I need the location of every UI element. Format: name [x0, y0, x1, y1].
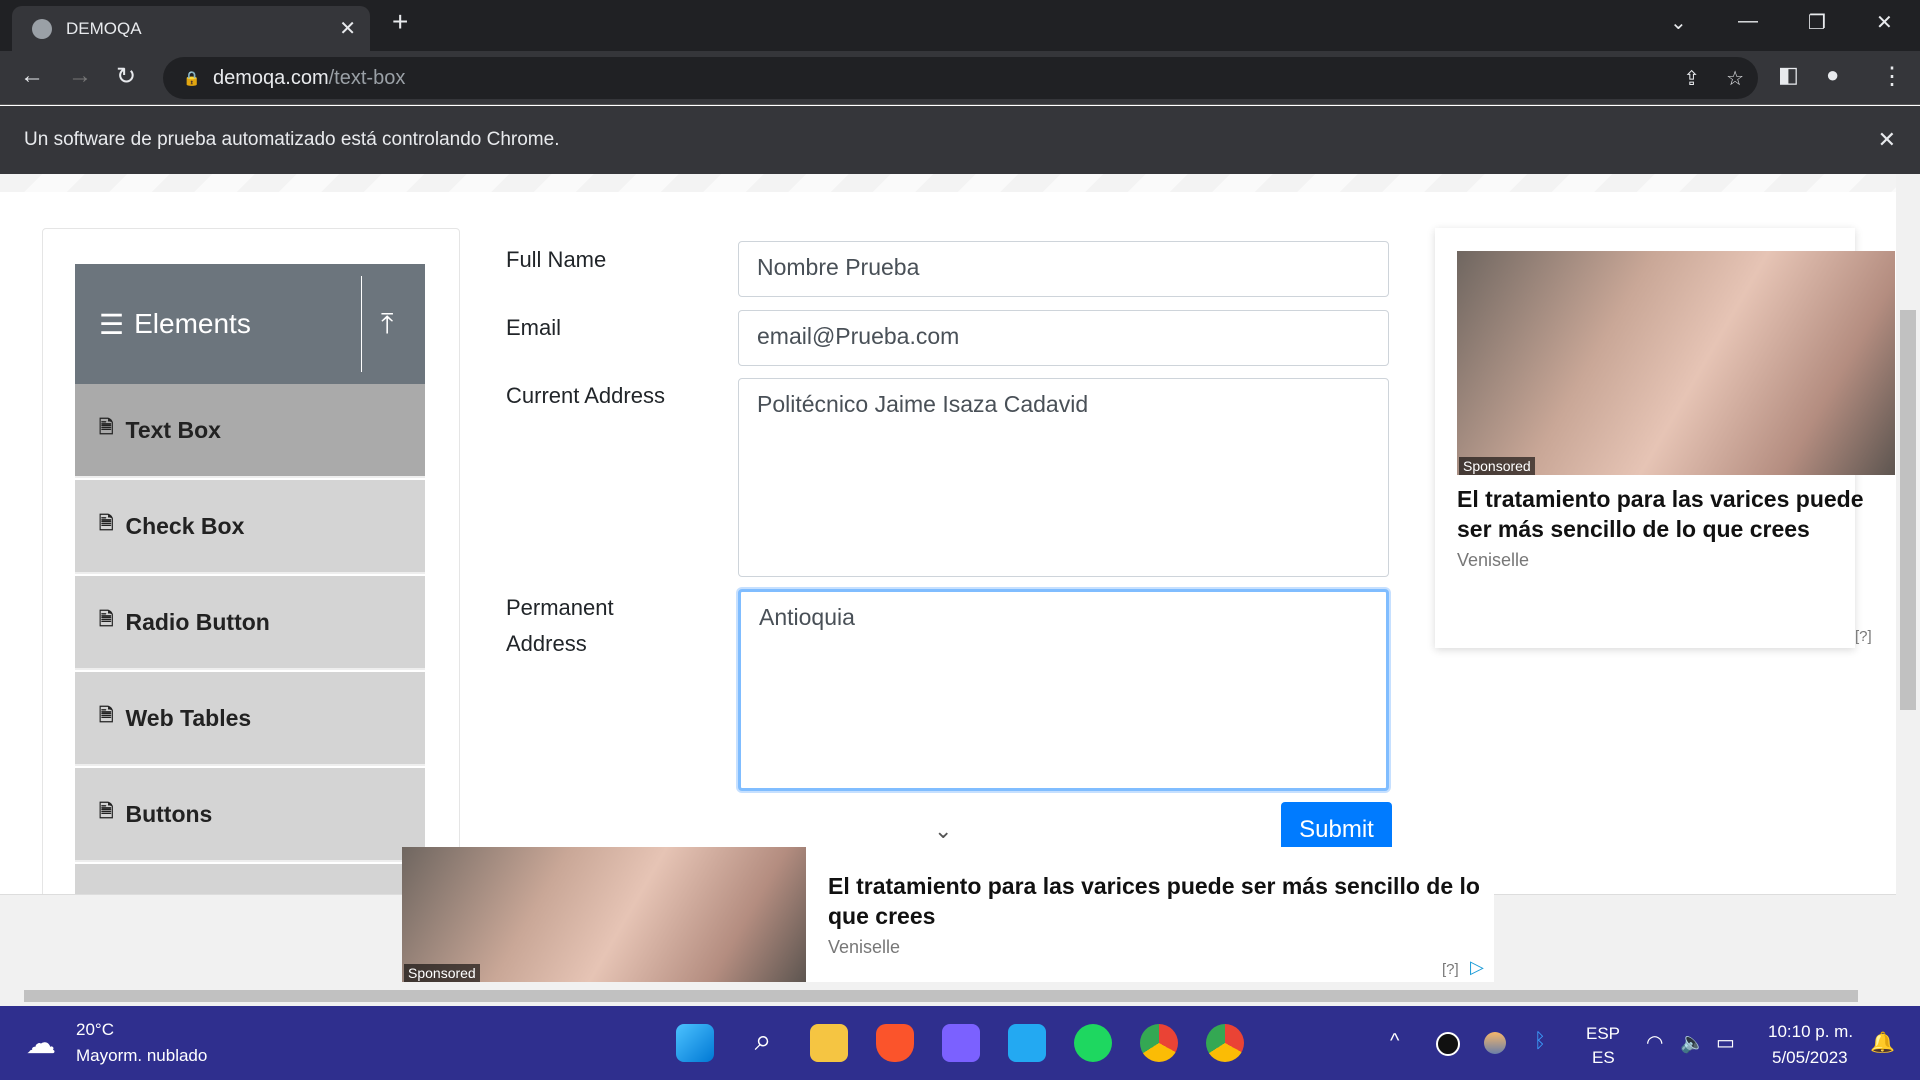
sponsored-badge: Sponsored	[1459, 457, 1535, 475]
horizontal-scrollbar[interactable]	[0, 986, 1920, 1006]
header-banner	[0, 174, 1896, 192]
current-address-label: Current Address	[506, 383, 665, 408]
group-title: Elements	[134, 308, 251, 339]
url-domain: demoqa.com	[213, 66, 329, 89]
weather-text[interactable]: Mayorm. nublado	[76, 1046, 207, 1066]
profile-icon[interactable]: ●	[1826, 62, 1839, 88]
chevron-down-icon[interactable]: ⌄	[934, 818, 952, 844]
permanent-address-label: Permanent Address	[506, 595, 614, 656]
close-infobar-icon[interactable]: ✕	[1878, 127, 1896, 153]
infobar-text: Un software de prueba automatizado está …	[24, 129, 560, 150]
elements-group-header[interactable]: ☰ Elements ⤒	[75, 264, 425, 384]
spotify-icon[interactable]	[1074, 1024, 1112, 1062]
sidebar-item-radio-button[interactable]: 🗎 Radio Button	[75, 576, 425, 670]
page-content: ☰ Elements ⤒ 🗎 Text Box 🗎 Check Box 🗎 Radio…	[0, 174, 1896, 894]
html5-icon: 🗎	[99, 705, 114, 725]
taskbar: ☁ 20°C Mayorm. nublado ⌕ ^ ᛒ ESP ES ◠ 🔈 …	[0, 1006, 1920, 1080]
html5-icon: 🗎	[99, 417, 114, 437]
sidebar-item-buttons[interactable]: 🗎 Buttons	[75, 768, 425, 862]
ad-image[interactable]: Sponsored	[1457, 251, 1895, 475]
clock-time[interactable]: 10:10 p. m.	[1768, 1022, 1853, 1042]
sidebar-item-web-tables[interactable]: 🗎 Web Tables	[75, 672, 425, 766]
reload-icon[interactable]: ↻	[116, 62, 136, 91]
browser-tab[interactable]: DEMOQA ✕	[12, 6, 370, 51]
adchoices-icon[interactable]: ▷	[1470, 957, 1484, 978]
ad-image[interactable]: Sponsored	[402, 847, 806, 982]
url-path: /text-box	[328, 66, 406, 89]
tab-title: DEMOQA	[66, 18, 142, 38]
share-icon[interactable]: ⇪	[1683, 66, 1700, 91]
side-ad[interactable]: Sponsored El tratamiento para las varice…	[1435, 228, 1895, 648]
email-input[interactable]: email@Prueba.com	[738, 310, 1389, 366]
keyboard-layout[interactable]: ES	[1592, 1048, 1615, 1068]
vertical-scrollbar[interactable]	[1896, 174, 1920, 986]
html5-icon: 🗎	[99, 801, 114, 821]
restore-icon[interactable]: ❐	[1808, 10, 1826, 35]
clock-date[interactable]: 5/05/2023	[1772, 1048, 1848, 1068]
ad-info-link[interactable]: [?]	[1442, 961, 1459, 978]
bluetooth-icon[interactable]: ᛒ	[1534, 1030, 1546, 1053]
bottom-ad[interactable]: Sponsored El tratamiento para las varice…	[402, 847, 1494, 982]
email-label: Email	[506, 315, 562, 340]
sidebar-item-label: Buttons	[125, 800, 213, 827]
chrome-icon[interactable]	[1140, 1024, 1178, 1062]
tab-search-icon[interactable]: ⌄	[1670, 10, 1687, 35]
divider	[361, 276, 362, 372]
full-name-label: Full Name	[506, 247, 607, 272]
lock-icon: 🔒	[183, 69, 201, 86]
weather-cloud-icon: ☁	[26, 1027, 56, 1060]
start-icon[interactable]	[676, 1024, 714, 1062]
menu-icon[interactable]: ⋮	[1880, 62, 1904, 91]
hamburger-icon: ☰	[99, 308, 125, 340]
automation-infobar: Un software de prueba automatizado está …	[0, 106, 1920, 174]
vscode-icon[interactable]	[1008, 1024, 1046, 1062]
app-icon[interactable]	[942, 1024, 980, 1062]
bookmark-star-icon[interactable]: ☆	[1726, 66, 1744, 91]
sidebar-item-label: Check Box	[125, 512, 245, 539]
ad-title[interactable]: El tratamiento para las varices puede se…	[1457, 484, 1896, 544]
side-panel-icon[interactable]: ◧	[1778, 62, 1799, 88]
address-bar[interactable]: 🔒 demoqa.com/text-box ⇪ ☆	[163, 57, 1758, 99]
ad-title[interactable]: El tratamiento para las varices puede se…	[828, 871, 1488, 931]
sidebar-item-next[interactable]	[75, 864, 425, 894]
close-window-icon[interactable]: ✕	[1876, 10, 1893, 35]
sponsored-badge: Sponsored	[404, 964, 480, 982]
volume-icon[interactable]: 🔈	[1680, 1030, 1705, 1055]
tray-app-icon[interactable]	[1484, 1032, 1506, 1054]
notification-icon[interactable]: 🔔	[1870, 1030, 1895, 1055]
sidebar-item-label: Text Box	[125, 416, 221, 443]
html5-icon: 🗎	[99, 513, 114, 533]
search-icon[interactable]: ⌕	[744, 1024, 782, 1062]
full-name-input[interactable]: Nombre Prueba	[738, 241, 1389, 297]
tab-strip: DEMOQA ✕ + ⌄ — ❐ ✕	[0, 0, 1920, 51]
minimize-icon[interactable]: —	[1738, 10, 1758, 33]
sidebar-item-label: Web Tables	[125, 704, 252, 731]
back-icon[interactable]: ←	[20, 62, 44, 90]
battery-icon[interactable]: ▭	[1716, 1030, 1735, 1055]
sidebar-item-label: Radio Button	[125, 608, 270, 635]
current-address-textarea[interactable]: Politécnico Jaime Isaza Cadavid	[738, 378, 1389, 577]
chrome-active-icon[interactable]	[1206, 1024, 1244, 1062]
obs-icon[interactable]	[1436, 1032, 1460, 1056]
sidebar-item-text-box[interactable]: 🗎 Text Box	[75, 384, 425, 478]
permanent-address-textarea[interactable]: Antioquia	[738, 589, 1389, 791]
wifi-icon[interactable]: ◠	[1646, 1030, 1663, 1055]
forward-icon[interactable]: →	[68, 62, 92, 90]
collapse-arrow-icon[interactable]: ⤒	[381, 308, 393, 341]
tray-chevron-icon[interactable]: ^	[1390, 1030, 1399, 1053]
temperature[interactable]: 20°C	[76, 1020, 114, 1040]
html5-icon: 🗎	[99, 609, 114, 629]
ad-source[interactable]: Veniselle	[1457, 550, 1529, 571]
brave-icon[interactable]	[876, 1024, 914, 1062]
ad-source[interactable]: Veniselle	[828, 937, 900, 958]
language[interactable]: ESP	[1586, 1024, 1620, 1044]
ad-info-link[interactable]: [?]	[1855, 628, 1872, 645]
file-explorer-icon[interactable]	[810, 1024, 848, 1062]
globe-icon	[32, 18, 52, 39]
new-tab-icon[interactable]: +	[392, 6, 408, 38]
sidebar-item-check-box[interactable]: 🗎 Check Box	[75, 480, 425, 574]
close-tab-icon[interactable]: ✕	[339, 16, 356, 41]
